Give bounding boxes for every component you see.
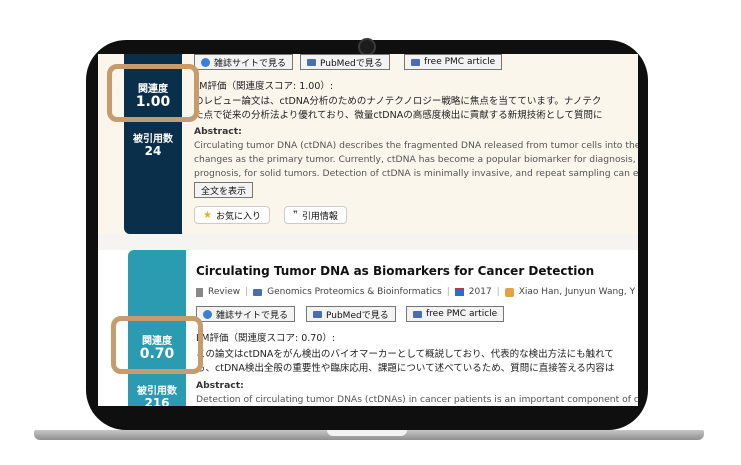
citations-value: 24 bbox=[144, 144, 162, 158]
relevance-highlight bbox=[111, 316, 203, 374]
llm-eval-line: ら、ctDNA検出全般の重要性や臨床応用、課題について述べているため、質問に直接… bbox=[196, 363, 615, 374]
llm-eval-line: この論文はctDNAをがん検出のバイオマーカーとして概説しており、代表的な検出方… bbox=[196, 349, 614, 360]
globe-icon bbox=[201, 57, 210, 67]
calendar-icon bbox=[454, 288, 464, 296]
quote-icon: ❞ bbox=[293, 210, 298, 220]
article-meta: Review | Genomics Proteomics & Bioinform… bbox=[196, 287, 635, 297]
authors-icon bbox=[504, 287, 514, 297]
book-icon bbox=[313, 310, 322, 318]
favorite-button[interactable]: ★ お気に入り bbox=[194, 206, 270, 224]
citations-value: 216 bbox=[144, 396, 170, 406]
book-icon bbox=[413, 310, 422, 318]
pmc-button[interactable]: free PMC article bbox=[404, 54, 503, 70]
citations-label: 被引用数 bbox=[133, 134, 173, 145]
pubmed-button[interactable]: PubMedで見る bbox=[306, 306, 396, 322]
llm-eval-line: のレビュー論文は、ctDNA分析のためのナノテクノロジー戦略に焦点を当てています… bbox=[194, 96, 602, 107]
llm-eval-line: た点で従来の分析法より優れており、微量ctDNAの高感度検出に貢献する新規技術と… bbox=[194, 110, 603, 121]
book-icon bbox=[411, 58, 420, 66]
article-title[interactable]: Circulating Tumor DNA as Biomarkers for … bbox=[196, 264, 594, 278]
journal-site-button[interactable]: 雑誌サイトで見る bbox=[194, 54, 294, 70]
document-icon bbox=[196, 287, 203, 297]
book-icon bbox=[253, 288, 263, 296]
journal-site-button[interactable]: 雑誌サイトで見る bbox=[196, 306, 296, 322]
abstract-line: changes as the primary tumor. Currently,… bbox=[194, 154, 638, 165]
abstract-label: Abstract: bbox=[194, 126, 242, 137]
pubmed-button[interactable]: PubMedで見る bbox=[300, 54, 390, 70]
show-full-text-button[interactable]: 全文を表示 bbox=[194, 182, 254, 198]
abstract-label: Abstract: bbox=[196, 380, 244, 391]
abstract-line: Detection of circulating tumor DNAs (ctD… bbox=[196, 394, 638, 405]
abstract-line: Circulating tumor DNA (ctDNA) describes … bbox=[194, 140, 638, 151]
book-icon bbox=[307, 58, 316, 66]
star-icon: ★ bbox=[203, 209, 212, 221]
abstract-line: prognosis, for solid tumors. Detection o… bbox=[194, 168, 638, 179]
llm-eval-header: LM評価（関連度スコア: 1.00）: bbox=[194, 81, 334, 92]
laptop-notch bbox=[327, 430, 407, 436]
pmc-button[interactable]: free PMC article bbox=[406, 306, 505, 322]
cite-button[interactable]: ❞ 引用情報 bbox=[284, 206, 347, 224]
relevance-highlight bbox=[107, 64, 199, 122]
citations-label: 被引用数 bbox=[137, 386, 177, 397]
globe-icon bbox=[203, 309, 212, 319]
llm-eval-header: LM評価（関連度スコア: 0.70）: bbox=[196, 333, 336, 344]
